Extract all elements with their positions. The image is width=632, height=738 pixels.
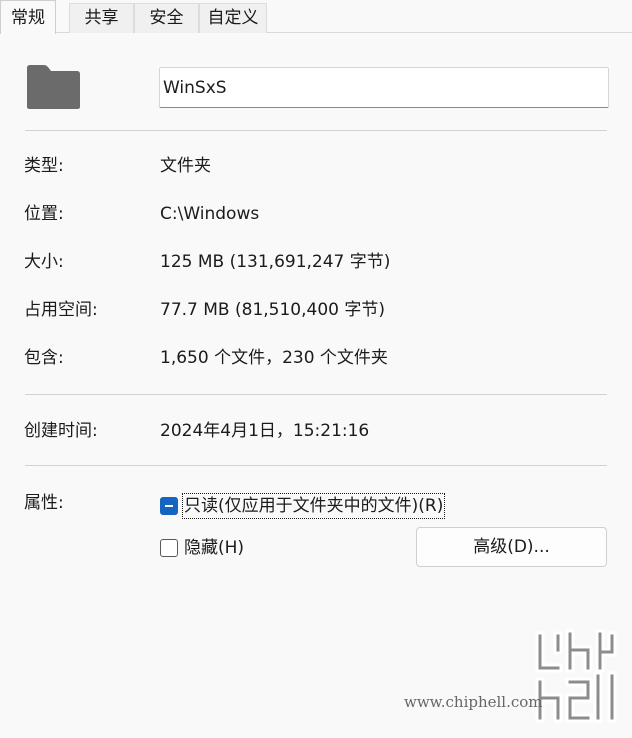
type-value: 文件夹: [160, 156, 211, 176]
type-label: 类型:: [24, 156, 64, 176]
contains-value: 1,650 个文件，230 个文件夹: [160, 348, 388, 368]
tab-general[interactable]: 常规: [0, 0, 56, 34]
readonly-checkbox[interactable]: [160, 497, 178, 515]
location-label: 位置:: [24, 204, 64, 224]
location-value: C:\Windows: [160, 204, 260, 224]
tab-sharing[interactable]: 共享: [69, 3, 134, 33]
chiphell-logo: [535, 629, 617, 723]
tab-bar: 常规 共享 安全 自定义: [0, 0, 632, 34]
divider: [25, 394, 607, 395]
created-label: 创建时间:: [24, 421, 98, 441]
size-label: 大小:: [24, 252, 64, 272]
tab-customize[interactable]: 自定义: [199, 3, 267, 33]
folder-icon: [27, 65, 80, 109]
divider: [25, 130, 607, 131]
divider: [25, 465, 607, 466]
advanced-button[interactable]: 高级(D)...: [416, 527, 607, 567]
created-value: 2024年4月1日，15:21:16: [160, 421, 370, 441]
size-value: 125 MB (131,691,247 字节): [160, 252, 391, 272]
disk-size-label: 占用空间:: [24, 300, 98, 320]
readonly-checkbox-label[interactable]: 只读(仅应用于文件夹中的文件)(R): [181, 493, 446, 519]
attributes-label: 属性:: [24, 493, 64, 513]
contains-label: 包含:: [24, 348, 64, 368]
hidden-checkbox-label[interactable]: 隐藏(H): [184, 537, 244, 559]
disk-size-value: 77.7 MB (81,510,400 字节): [160, 300, 385, 320]
hidden-checkbox[interactable]: [160, 539, 178, 557]
tab-security[interactable]: 安全: [134, 3, 199, 33]
watermark-url: www.chiphell.com: [404, 693, 543, 711]
folder-name-input[interactable]: [159, 67, 609, 108]
